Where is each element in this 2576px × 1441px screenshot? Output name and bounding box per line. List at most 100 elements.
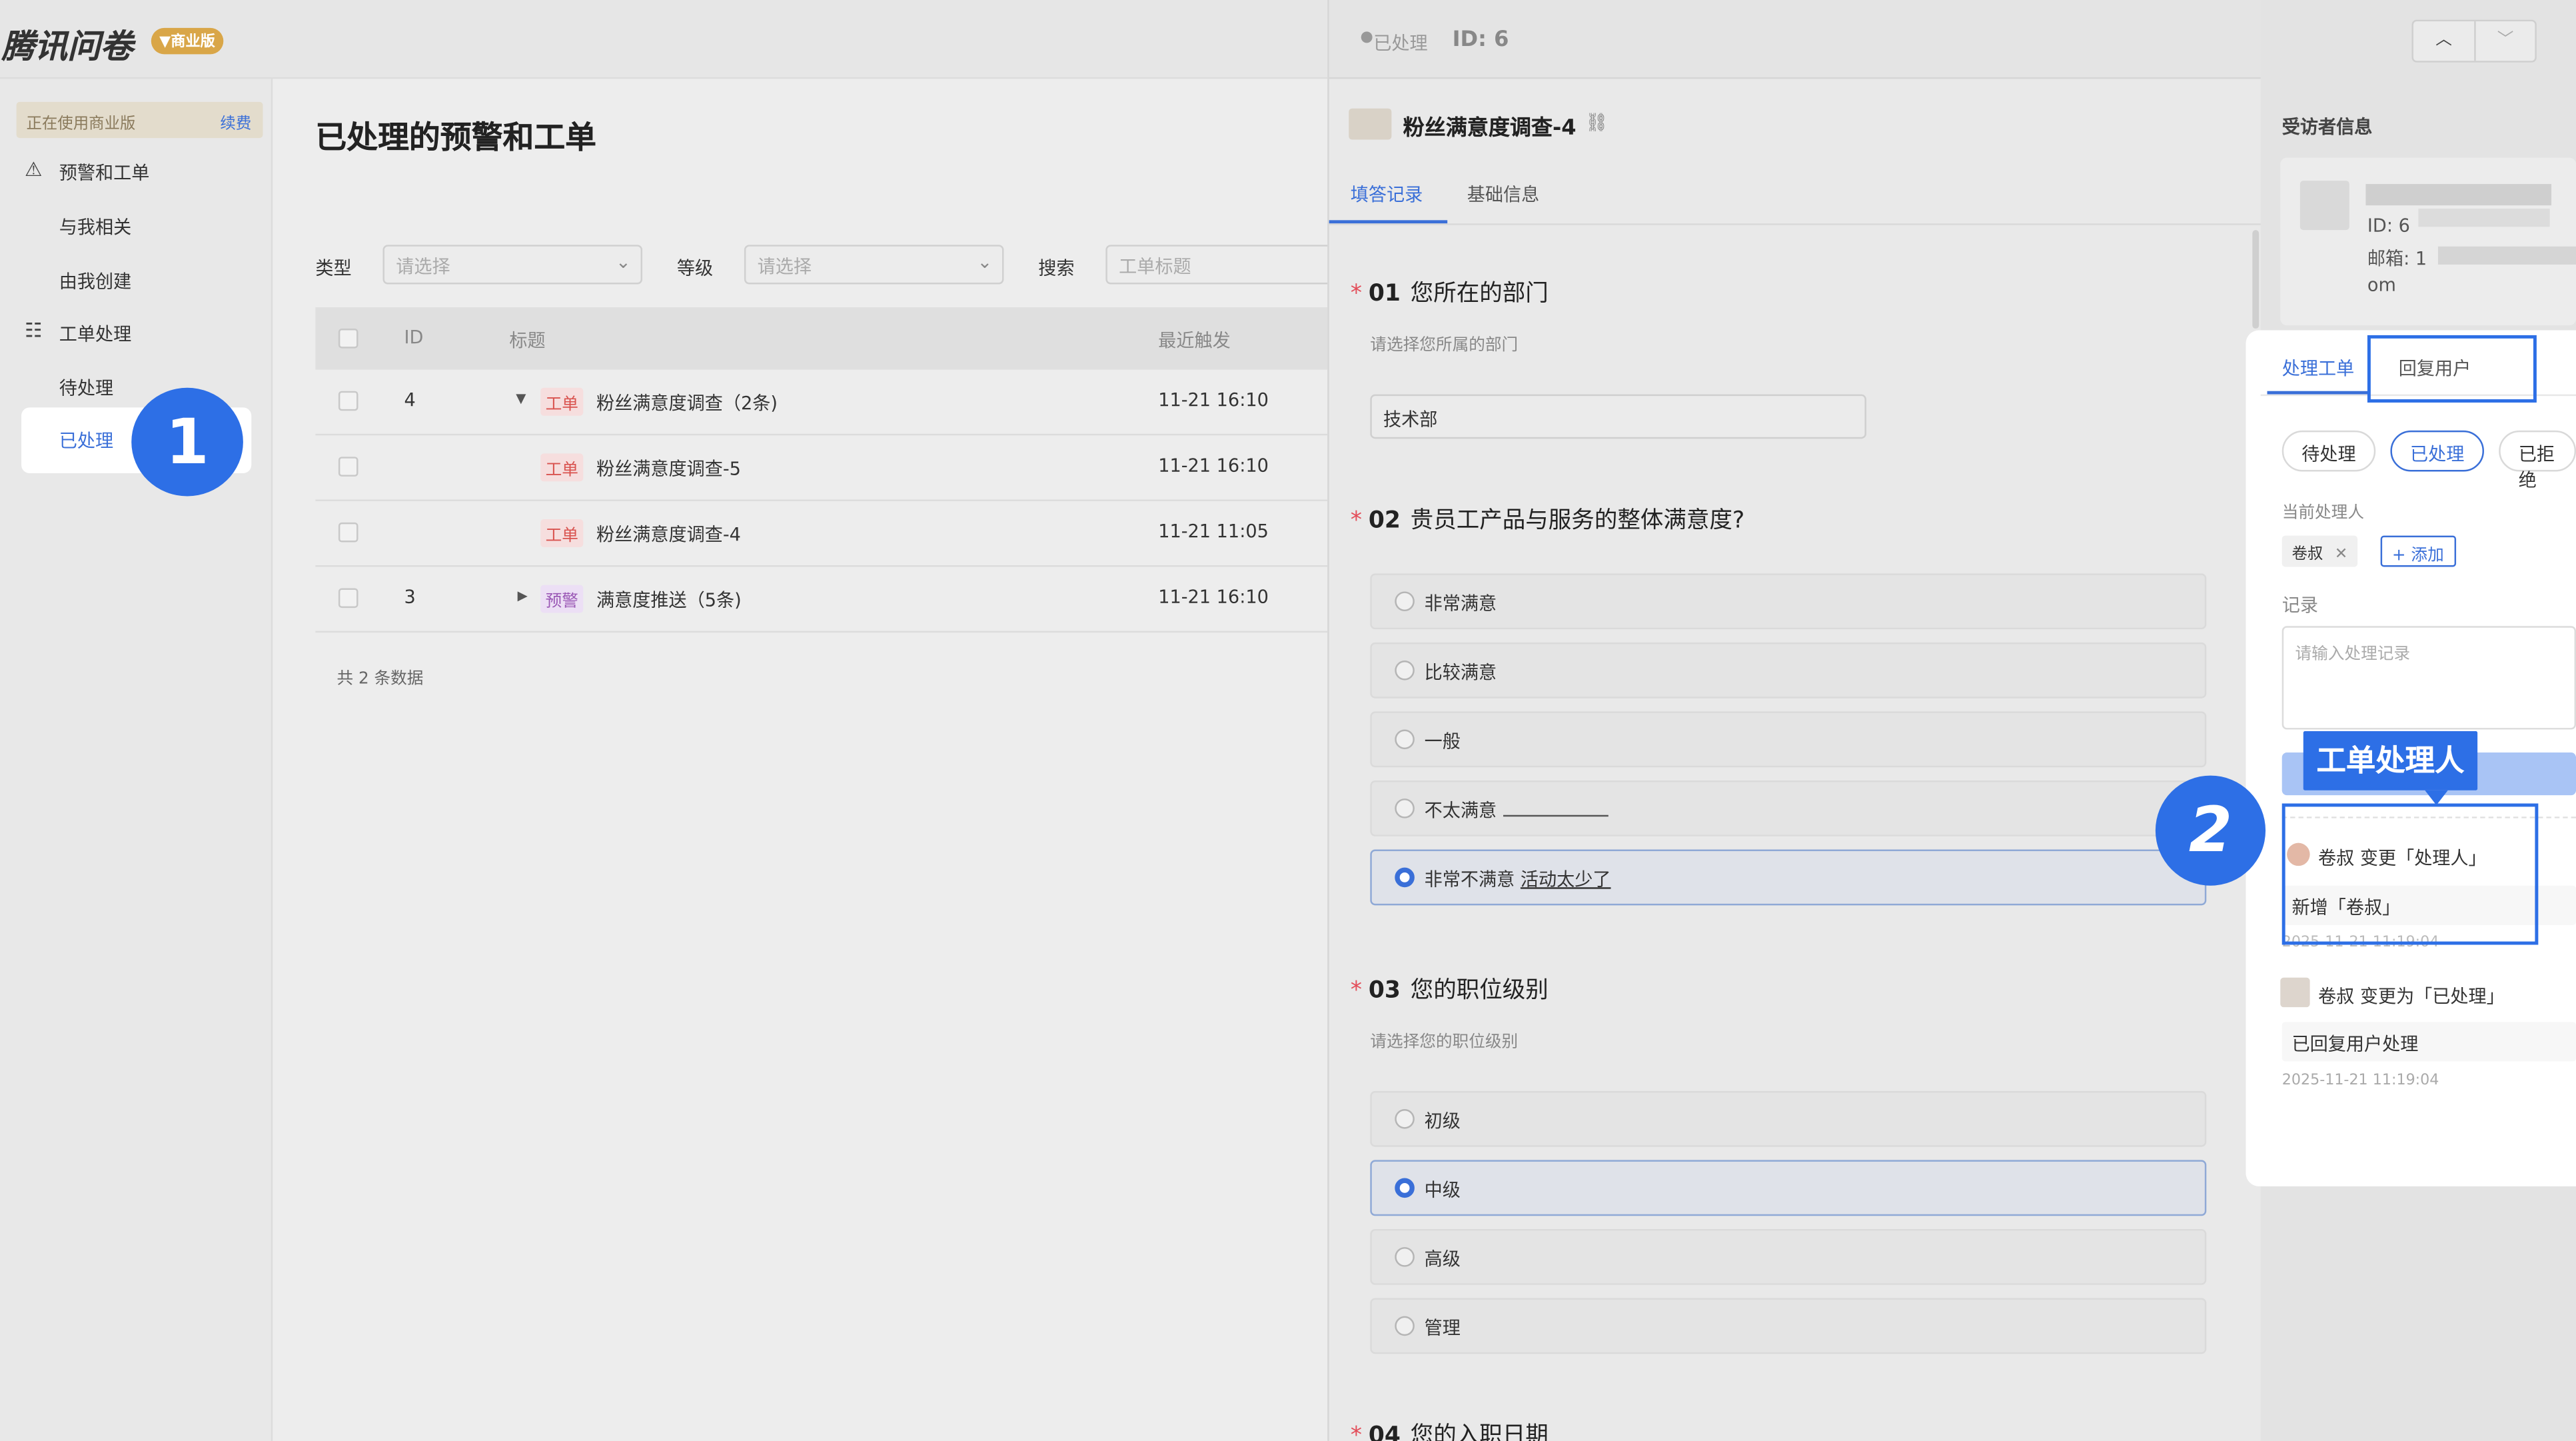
user-avatar-icon [2280, 977, 2310, 1008]
radio-icon [1395, 798, 1415, 818]
option-very-satisfied[interactable]: 非常满意 [1370, 573, 2207, 630]
status-rejected[interactable]: 已拒绝 [2499, 430, 2576, 491]
detail-status: 已处理 [1373, 33, 1428, 55]
question-2-title: * 02 贵员工产品与服务的整体满意度? [1350, 507, 1745, 535]
step-1-marker: 1 [131, 387, 243, 497]
list-icon: ☷ [24, 319, 43, 342]
close-icon[interactable]: ✕ [2335, 545, 2348, 563]
ticket-tag: 工单 [540, 387, 584, 416]
log-entry-2-detail-box: 已回复用户处理 [2281, 1022, 2576, 1062]
table-row[interactable]: 3 ▶ 预警 满意度推送（5条) 11-21 16:10 [315, 567, 1327, 631]
radio-icon [1395, 1316, 1415, 1336]
screenshot-canvas: 腾讯问卷 ▼商业版 正在使用商业版 续费 ⚠ 预警和工单 与我相关 由我创建 ☷… [0, 0, 2576, 1441]
respondent-email: 邮箱: 1 [2367, 248, 2427, 270]
option-very-unsatisfied[interactable]: 非常不满意 活动太少了 [1370, 849, 2207, 906]
sidebar-group-tickets[interactable]: 工单处理 [59, 321, 131, 347]
status-dot: ● [1360, 29, 1373, 47]
sidebar: 正在使用商业版 续费 ⚠ 预警和工单 与我相关 由我创建 ☷ 工单处理 待处理 … [0, 79, 273, 1441]
option-unsatisfied[interactable]: 不太满意 [1370, 780, 2207, 836]
radio-icon [1395, 661, 1415, 681]
option-junior[interactable]: 初级 [1370, 1090, 2207, 1147]
sidebar-item-pending[interactable]: 待处理 [59, 375, 113, 401]
question-1-hint: 请选择您所属的部门 [1370, 337, 1519, 355]
row-checkbox[interactable] [338, 457, 358, 477]
question-3-hint: 请选择您的职位级别 [1370, 1033, 1519, 1052]
log-entry-2-time: 2025-11-21 11:19:04 [2281, 1072, 2439, 1090]
radio-icon [1395, 1247, 1415, 1267]
option-senior[interactable]: 高级 [1370, 1228, 2207, 1285]
record-label: 记录 [2281, 595, 2318, 617]
option-middle[interactable]: 中级 [1370, 1160, 2207, 1216]
table-row[interactable]: 工单 粉丝满意度调查-5 11-21 16:10 [315, 435, 1327, 499]
respondent-id: ID: 6 [2367, 215, 2410, 237]
table-header: ID 标题 最近触发 [315, 307, 1328, 370]
renew-link[interactable]: 续费 [220, 110, 251, 133]
survey-thumbnail [1349, 108, 1392, 140]
blank-line [1503, 800, 1609, 817]
callout-pointer [2425, 790, 2448, 805]
radio-icon [1395, 591, 1415, 612]
type-select[interactable]: 请选择 ⌄ [382, 245, 643, 285]
row-checkbox[interactable] [338, 588, 358, 609]
sidebar-item-related[interactable]: 与我相关 [59, 213, 131, 239]
option-management[interactable]: 管理 [1370, 1298, 2207, 1354]
warning-icon: ⚠ [24, 157, 43, 181]
respondent-section-title: 受访者信息 [2281, 117, 2373, 139]
business-notice: 正在使用商业版 续费 [16, 101, 263, 139]
top-bar: 腾讯问卷 ▼商业版 [0, 0, 1328, 79]
scrollbar[interactable] [2252, 230, 2259, 329]
search-input[interactable]: 工单标题 [1105, 245, 1336, 285]
record-input[interactable]: 请输入处理记录 [2281, 626, 2576, 730]
table-row[interactable]: 工单 粉丝满意度调查-4 11-21 11:05 [315, 501, 1327, 565]
redacted-id [2418, 209, 2550, 227]
alert-tag: 预警 [540, 585, 584, 613]
row-checkbox[interactable] [338, 522, 358, 543]
diamond-icon: ▼ [159, 34, 171, 51]
level-select[interactable]: 请选择 ⌄ [744, 245, 1004, 285]
tab-basic-info[interactable]: 基础信息 [1467, 181, 1539, 207]
table-row[interactable]: 4 ▼ 工单 粉丝满意度调查（2条) 11-21 16:10 [315, 370, 1327, 434]
handler-label: 当前处理人 [2281, 504, 2364, 523]
level-filter-label: 等级 [676, 258, 714, 280]
tab-answers[interactable]: 填答记录 [1351, 181, 1423, 207]
status-pending[interactable]: 待处理 [2281, 430, 2376, 472]
option-neutral[interactable]: 一般 [1370, 711, 2207, 768]
row-checkbox[interactable] [338, 391, 358, 411]
edition-badge: ▼商业版 [151, 27, 224, 55]
chevron-down-icon: ⌄ [977, 251, 993, 273]
radio-icon [1395, 729, 1415, 750]
avatar [2299, 181, 2349, 231]
ticket-tag: 工单 [540, 519, 584, 547]
page-title: 已处理的预警和工单 [315, 119, 597, 157]
expand-icon[interactable]: ▶ [518, 589, 528, 603]
divider [315, 631, 1328, 633]
table-footer: 共 2 条数据 [336, 670, 424, 689]
status-processed[interactable]: 已处理 [2390, 430, 2484, 472]
handler-chip: 卷叔 ✕ [2281, 535, 2358, 567]
radio-icon [1395, 867, 1415, 888]
chevron-down-icon[interactable]: ﹀ [2476, 21, 2535, 61]
chevron-up-icon[interactable]: ︿ [2413, 21, 2476, 61]
respondent-card: ID: 6 邮箱: 1 om [2280, 157, 2576, 326]
select-all-checkbox[interactable] [338, 329, 358, 349]
sidebar-group-alerts[interactable]: 预警和工单 [59, 159, 150, 185]
department-answer[interactable]: 技术部 [1370, 394, 1866, 439]
tab-process-ticket[interactable]: 处理工单 [2282, 355, 2354, 381]
collapse-icon[interactable]: ▼ [516, 391, 526, 406]
app-logo[interactable]: 腾讯问卷 [1, 20, 133, 67]
sidebar-item-created[interactable]: 由我创建 [59, 268, 131, 294]
detail-id: ID: 6 [1452, 27, 1509, 53]
log-entry-2-text: 卷叔 变更为「已处理」 [2317, 986, 2505, 1008]
other-text: 活动太少了 [1520, 869, 1611, 891]
add-handler-button[interactable]: + 添加 [2380, 535, 2455, 567]
tab-reply-user[interactable]: 回复用户 [2399, 355, 2471, 381]
option-satisfied[interactable]: 比较满意 [1370, 642, 2207, 699]
chevron-down-icon: ⌄ [616, 251, 631, 273]
nav-buttons: ︿ ﹀ [2411, 19, 2537, 63]
callout-label: 工单处理人 [2303, 731, 2478, 790]
divider [1329, 223, 2263, 225]
link-icon[interactable]: ⛓ [1585, 112, 1608, 133]
type-filter-label: 类型 [315, 258, 352, 280]
handler-log-highlight [2281, 803, 2539, 945]
ticket-tag: 工单 [540, 453, 584, 482]
